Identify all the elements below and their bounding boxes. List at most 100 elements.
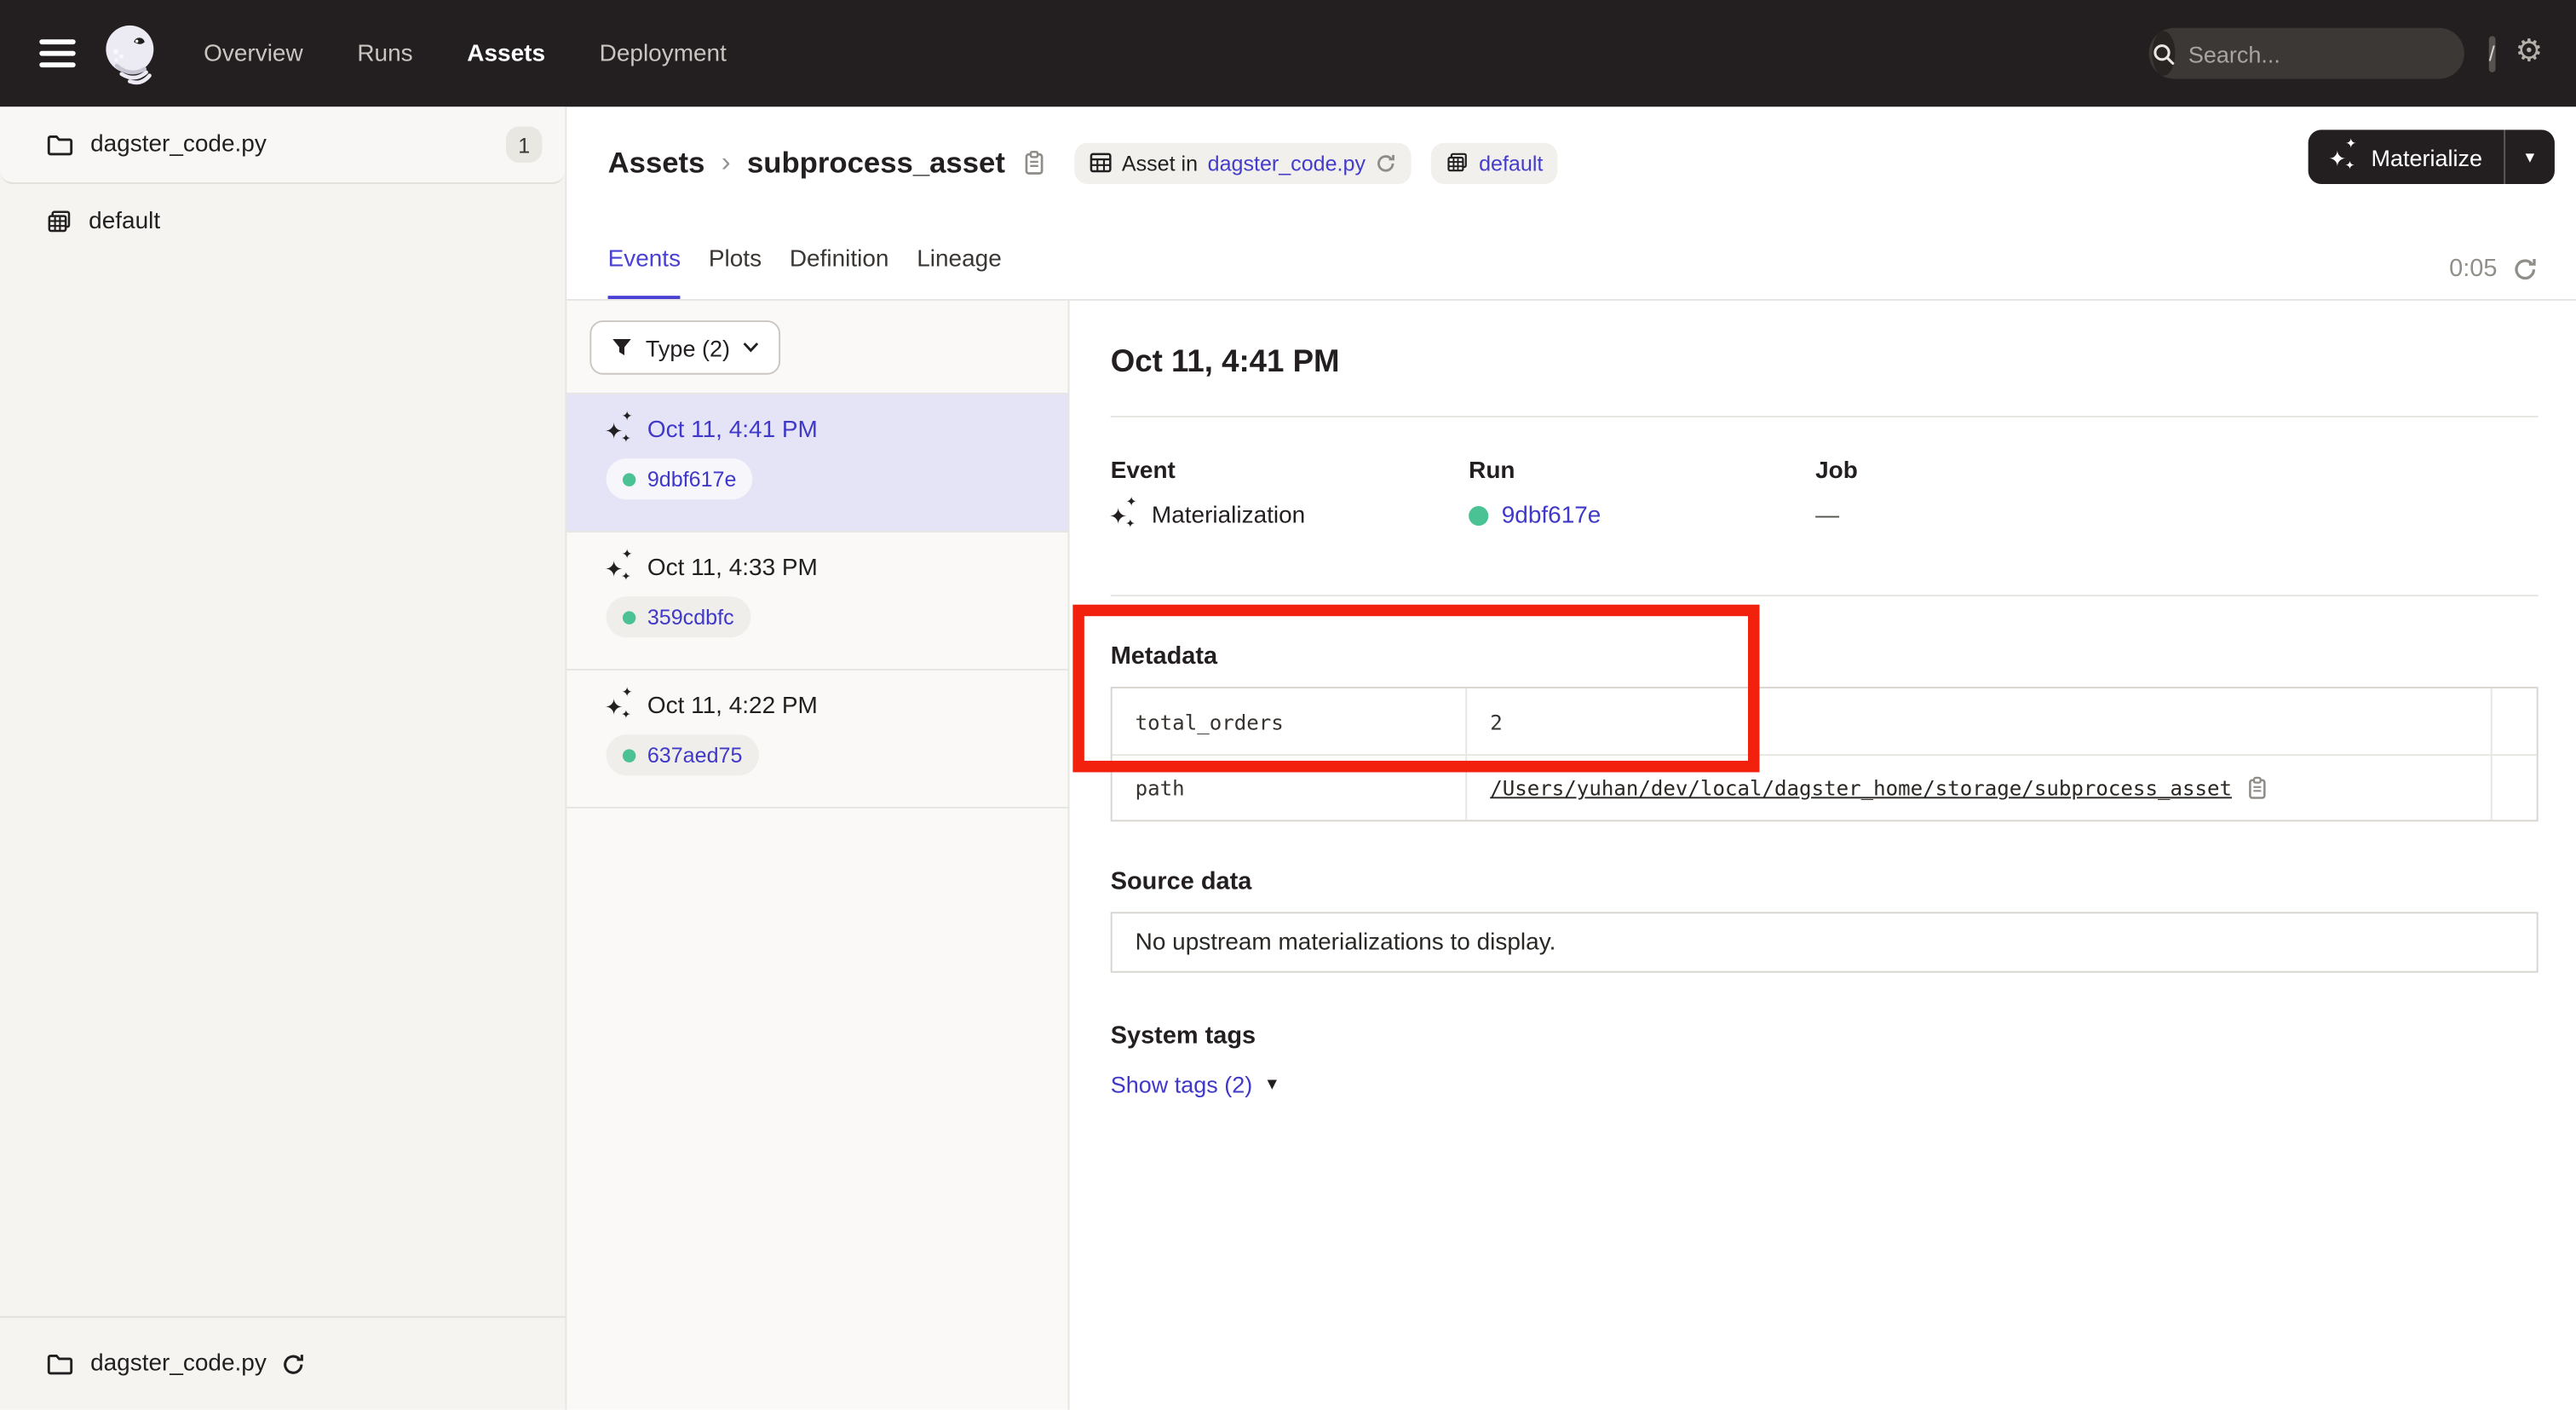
search-input[interactable] xyxy=(2175,38,2488,68)
breadcrumb: Assets › subprocess_asset xyxy=(608,133,1558,192)
reload-icon[interactable] xyxy=(281,1351,306,1376)
refresh-timer: 0:05 xyxy=(2449,255,2539,283)
sidebar-item-default-repo[interactable]: default xyxy=(0,184,565,260)
dagster-logo-icon[interactable] xyxy=(101,21,163,87)
event-list-item[interactable]: ✦✦✦ Oct 11, 4:41 PM 9dbf617e xyxy=(566,394,1067,532)
nav-item-overview[interactable]: Overview xyxy=(204,40,303,66)
refresh-icon[interactable] xyxy=(2512,256,2539,282)
event-list-item[interactable]: ✦✦✦ Oct 11, 4:22 PM 637aed75 xyxy=(566,670,1067,809)
hamburger-menu-icon[interactable] xyxy=(39,39,75,67)
tab-events[interactable]: Events xyxy=(608,246,681,299)
asset-location-chip: Asset in dagster_code.py xyxy=(1074,142,1412,183)
page-header: Assets › subprocess_asset xyxy=(566,106,2576,301)
repo-grid-icon xyxy=(1446,151,1469,174)
show-tags-toggle[interactable]: Show tags (2) ▼ xyxy=(1111,1071,1280,1097)
metadata-key: total_orders xyxy=(1113,688,1466,754)
repository-chip[interactable]: default xyxy=(1431,142,1558,183)
reload-icon[interactable] xyxy=(1376,152,1397,173)
metadata-heading: Metadata xyxy=(1111,642,2539,670)
event-timestamp: Oct 11, 4:22 PM xyxy=(647,693,818,720)
path-link[interactable]: /Users/yuhan/dev/local/dagster_home/stor… xyxy=(1490,775,2232,800)
metadata-value: 2 xyxy=(1465,688,2490,754)
timer-value: 0:05 xyxy=(2449,255,2497,283)
settings-gear-icon[interactable]: ⚙ xyxy=(2516,36,2544,69)
folder-icon xyxy=(46,1350,74,1377)
job-field-label: Job xyxy=(1815,458,2539,485)
run-field: Run 9dbf617e xyxy=(1469,458,1815,529)
type-filter-button[interactable]: Type (2) xyxy=(589,320,780,375)
materialize-split-button: ✦✦✦ Materialize ▾ xyxy=(2309,129,2555,184)
run-id-link[interactable]: 359cdbfc xyxy=(647,605,734,630)
run-status-dot xyxy=(1469,506,1488,526)
event-list-item[interactable]: ✦✦✦ Oct 11, 4:33 PM 359cdbfc xyxy=(566,532,1067,670)
sparkle-icon: ✦✦✦ xyxy=(2330,144,2358,170)
sidebar-item-label: dagster_code.py xyxy=(90,131,267,158)
sidebar-footer-code-location[interactable]: dagster_code.py xyxy=(0,1316,565,1410)
run-status-dot xyxy=(623,748,635,761)
breadcrumb-separator: › xyxy=(722,147,731,180)
metadata-end-cell xyxy=(2491,688,2537,754)
nav-item-deployment[interactable]: Deployment xyxy=(600,40,727,66)
copy-path-icon[interactable] xyxy=(2245,775,2268,800)
materialization-sparkle-icon: ✦✦✦ xyxy=(607,693,635,720)
table-grid-icon xyxy=(1089,151,1112,174)
nav-item-assets[interactable]: Assets xyxy=(467,40,545,66)
materialization-sparkle-icon: ✦✦✦ xyxy=(1111,503,1139,529)
events-filter-bar: Type (2) xyxy=(566,301,1067,394)
app-window: Overview Runs Assets Deployment / ⚙ xyxy=(0,0,2576,1410)
nav-links: Overview Runs Assets Deployment xyxy=(204,0,727,106)
event-timestamp: Oct 11, 4:33 PM xyxy=(647,555,818,582)
source-data-empty-box: No upstream materializations to display. xyxy=(1111,912,2539,972)
page-title: subprocess_asset xyxy=(747,146,1005,180)
event-detail-panel: Oct 11, 4:41 PM Event ✦✦✦ Materializatio… xyxy=(1069,301,2575,1410)
sidebar-item-label: default xyxy=(89,209,160,235)
divider xyxy=(1111,595,2539,596)
source-data-heading: Source data xyxy=(1111,867,2539,895)
run-id-link[interactable]: 9dbf617e xyxy=(647,467,737,492)
materialization-sparkle-icon: ✦✦✦ xyxy=(607,417,635,444)
chip-prefix: Asset in xyxy=(1122,150,1198,175)
folder-icon xyxy=(46,131,74,158)
run-id-link[interactable]: 637aed75 xyxy=(647,743,743,768)
event-detail-fields: Event ✦✦✦ Materialization Run 9dbf617e J… xyxy=(1111,458,2539,529)
search-bar[interactable]: / xyxy=(2149,28,2464,79)
run-tag[interactable]: 637aed75 xyxy=(607,734,759,775)
breadcrumb-assets[interactable]: Assets xyxy=(608,146,705,180)
materialize-button[interactable]: ✦✦✦ Materialize xyxy=(2309,129,2504,184)
system-tags-heading: System tags xyxy=(1111,1022,2539,1050)
search-icon xyxy=(2152,32,2175,76)
funnel-icon xyxy=(611,337,632,358)
tab-lineage[interactable]: Lineage xyxy=(917,246,1002,299)
tab-plots[interactable]: Plots xyxy=(709,246,762,299)
sidebar: dagster_code.py 1 default xyxy=(0,106,566,1409)
run-field-label: Run xyxy=(1469,458,1815,485)
type-filter-label: Type (2) xyxy=(646,334,730,360)
run-status-dot xyxy=(623,610,635,623)
materialization-sparkle-icon: ✦✦✦ xyxy=(607,555,635,582)
run-id-link[interactable]: 9dbf617e xyxy=(1502,503,1601,529)
sidebar-item-code-location[interactable]: dagster_code.py 1 xyxy=(0,106,565,184)
search-shortcut-badge: / xyxy=(2489,35,2495,71)
divider xyxy=(1111,416,2539,417)
run-tag[interactable]: 9dbf617e xyxy=(607,458,753,499)
materialize-label: Materialize xyxy=(2371,144,2482,170)
chip-code-location-link[interactable]: dagster_code.py xyxy=(1208,150,1366,175)
materialize-dropdown-button[interactable]: ▾ xyxy=(2505,129,2555,184)
metadata-row: total_orders 2 xyxy=(1113,688,2537,754)
event-field-label: Event xyxy=(1111,458,1469,485)
event-detail-heading: Oct 11, 4:41 PM xyxy=(1111,345,2539,381)
source-data-empty-message: No upstream materializations to display. xyxy=(1136,929,1556,956)
copy-asset-name-icon[interactable] xyxy=(1021,149,1046,176)
chip-repo-link[interactable]: default xyxy=(1479,150,1543,175)
run-tag[interactable]: 359cdbfc xyxy=(607,596,750,637)
events-list-panel: Type (2) ✦✦✦ Oct 11, 4:41 PM 9dbf617e ✦✦… xyxy=(566,301,1069,1410)
metadata-key: path xyxy=(1113,756,1466,820)
metadata-row: path /Users/yuhan/dev/local/dagster_home… xyxy=(1113,754,2537,820)
job-field-value: — xyxy=(1815,503,2539,529)
chevron-down-icon xyxy=(743,342,759,353)
asset-tabs: Events Plots Definition Lineage xyxy=(608,246,1002,299)
nav-item-runs[interactable]: Runs xyxy=(357,40,412,66)
metadata-end-cell xyxy=(2491,756,2537,820)
tab-definition[interactable]: Definition xyxy=(790,246,889,299)
top-nav: Overview Runs Assets Deployment / ⚙ xyxy=(0,0,2576,106)
